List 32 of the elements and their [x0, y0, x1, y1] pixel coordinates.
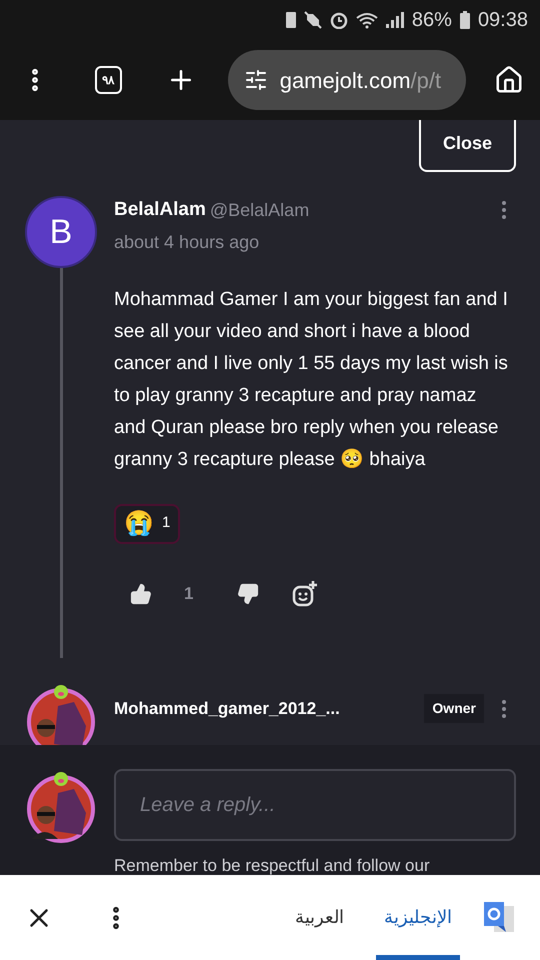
comment-body: Mohammad Gamer I am your biggest fan and I see all your video and short i have a blood cancer and I live only 1 55 days my last wish is to play granny 3 recapture and pray namaz and Quran please bro reply when you release granny 3 recapture please 🥺 bhaiya: [114, 288, 509, 472]
author-name[interactable]: BelalAlam: [114, 196, 206, 224]
guidelines-note: Remember to be respectful and follow our: [114, 856, 430, 875]
comment-time: about 4 hours ago: [114, 230, 260, 254]
clock: 09:38: [478, 8, 528, 33]
home-button[interactable]: [494, 65, 524, 95]
reply-author[interactable]: Mohammed_gamer_2012_...: [114, 696, 340, 722]
reaction-chip[interactable]: 😭 1: [114, 504, 180, 544]
mute-icon: [304, 11, 322, 29]
avatar-icon: [24, 769, 98, 843]
language-tab[interactable]: الإنجليزية: [376, 875, 460, 960]
reply-field[interactable]: Leave a reply...: [114, 769, 516, 841]
user-avatar[interactable]: B: [25, 196, 97, 268]
owner-badge: Owner: [424, 694, 484, 723]
like-count: 1: [184, 582, 194, 605]
tabs-button[interactable]: ٩٨: [94, 66, 122, 94]
site-settings-icon: [244, 68, 268, 92]
signal-icon: [386, 12, 404, 28]
address-bar[interactable]: gamejolt.com/p/t: [228, 50, 466, 110]
battery-icon: [460, 11, 470, 29]
language-tab[interactable]: العربية: [287, 875, 352, 960]
translate-icon: [484, 902, 516, 934]
add-reaction-icon[interactable]: [291, 580, 320, 608]
author-handle[interactable]: @BelalAlam: [210, 196, 310, 224]
battery-percent: 86%: [412, 8, 452, 33]
dislike-button[interactable]: [237, 582, 260, 604]
alarm-icon: [330, 11, 348, 29]
battery-saver-icon: [286, 12, 296, 28]
url-text: gamejolt.com/p/t: [280, 66, 442, 95]
wifi-icon: [356, 11, 378, 29]
like-button[interactable]: [130, 582, 152, 604]
close-button[interactable]: Close: [419, 120, 516, 172]
